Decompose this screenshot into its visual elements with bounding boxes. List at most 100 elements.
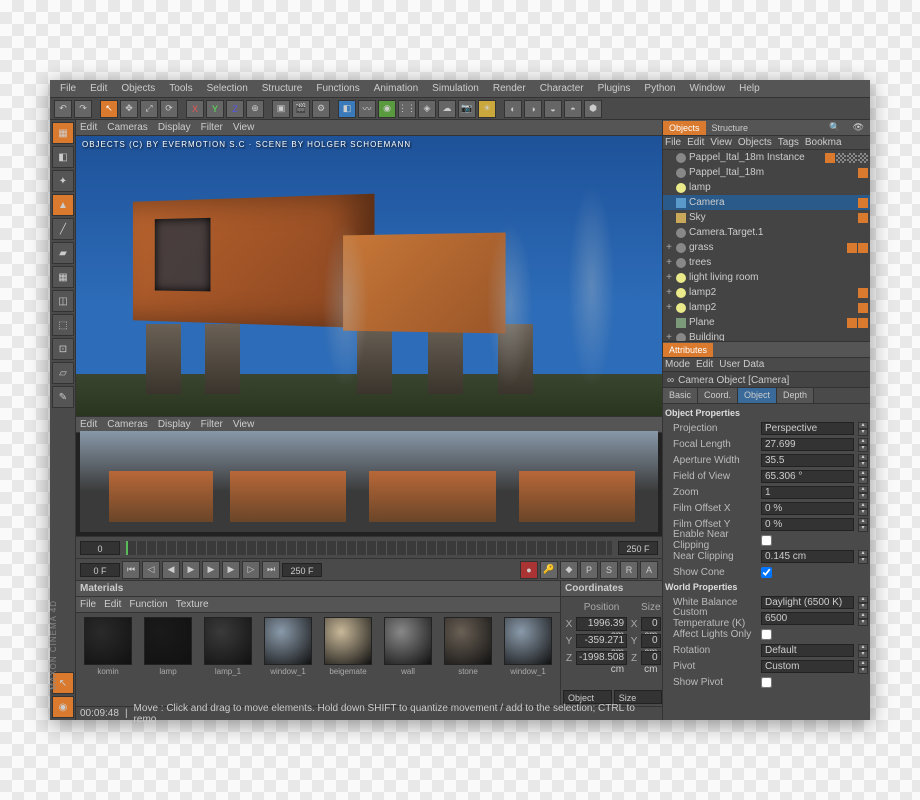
vp2menu-edit[interactable]: Edit: [80, 419, 97, 430]
objects-tab[interactable]: Objects: [663, 121, 706, 135]
tool-9[interactable]: ◒: [544, 100, 562, 118]
y-axis-toggle[interactable]: Y: [206, 100, 224, 118]
keyframe-sel-button[interactable]: ◆: [560, 561, 578, 579]
autokey-button[interactable]: 🔑: [540, 561, 558, 579]
menu-edit[interactable]: Edit: [84, 81, 113, 96]
nurbs-tool[interactable]: ◉: [378, 100, 396, 118]
expand-icon[interactable]: +: [665, 302, 673, 313]
search-icon[interactable]: 🔍: [823, 120, 846, 135]
array-tool[interactable]: ⋮⋮: [398, 100, 416, 118]
tag-icon[interactable]: [847, 153, 857, 163]
material-item[interactable]: stone: [440, 617, 496, 702]
menu-character[interactable]: Character: [534, 81, 590, 96]
redo-button[interactable]: ↷: [74, 100, 92, 118]
tag-icon[interactable]: [858, 213, 868, 223]
tree-row[interactable]: +trees: [663, 255, 870, 270]
vpmenu-filter[interactable]: Filter: [201, 122, 223, 133]
prev-frame-button[interactable]: ◀: [162, 561, 180, 579]
structure-tab[interactable]: Structure: [706, 121, 755, 135]
rotate-tool[interactable]: ⟳: [160, 100, 178, 118]
menu-selection[interactable]: Selection: [201, 81, 254, 96]
snap-settings[interactable]: ⊡: [52, 338, 74, 360]
tree-row[interactable]: Camera: [663, 195, 870, 210]
menu-plugins[interactable]: Plugins: [592, 81, 637, 96]
attr-value[interactable]: Custom: [761, 660, 854, 673]
objmenu-file[interactable]: File: [665, 137, 681, 148]
menu-render[interactable]: Render: [487, 81, 532, 96]
attrmenu-user data[interactable]: User Data: [719, 359, 764, 370]
tag-icon[interactable]: [858, 153, 868, 163]
tag-icon[interactable]: [847, 318, 857, 328]
tag-icon[interactable]: [858, 243, 868, 253]
expand-icon[interactable]: +: [665, 257, 673, 268]
attr-value[interactable]: 35.5: [761, 454, 854, 467]
attrmenu-edit[interactable]: Edit: [696, 359, 713, 370]
attr-tab-depth[interactable]: Depth: [777, 388, 814, 403]
coord-z-size[interactable]: 0 cm: [641, 651, 660, 665]
light-tool[interactable]: ☀: [478, 100, 496, 118]
menu-simulation[interactable]: Simulation: [426, 81, 485, 96]
object-tree[interactable]: Pappel_Ital_18m InstancePappel_Ital_18ml…: [663, 150, 870, 342]
tree-row[interactable]: Pappel_Ital_18m: [663, 165, 870, 180]
axis-mode[interactable]: ✦: [52, 170, 74, 192]
attr-checkbox[interactable]: [761, 567, 772, 578]
environment-tool[interactable]: ☁: [438, 100, 456, 118]
material-item[interactable]: komin: [80, 617, 136, 702]
attr-checkbox[interactable]: [761, 677, 772, 688]
active-tool-icon-2[interactable]: ◉: [52, 696, 74, 718]
expand-icon[interactable]: +: [665, 287, 673, 298]
world-axis-toggle[interactable]: ⊕: [246, 100, 264, 118]
tree-row[interactable]: Plane: [663, 315, 870, 330]
objmenu-view[interactable]: View: [710, 137, 732, 148]
render-settings-button[interactable]: ⚙: [312, 100, 330, 118]
move-tool[interactable]: ✥: [120, 100, 138, 118]
vpmenu-display[interactable]: Display: [158, 122, 191, 133]
spline-tool[interactable]: 〰: [358, 100, 376, 118]
tag-icon[interactable]: [858, 288, 868, 298]
attr-value[interactable]: Daylight (6500 K): [761, 596, 854, 609]
attr-tab-coord.[interactable]: Coord.: [698, 388, 738, 403]
matmenu-file[interactable]: File: [80, 599, 96, 610]
menu-python[interactable]: Python: [638, 81, 681, 96]
attr-checkbox[interactable]: [761, 629, 772, 640]
menu-objects[interactable]: Objects: [115, 81, 161, 96]
coord-y-pos[interactable]: -359.271 cm: [576, 634, 627, 648]
tool-7[interactable]: ◐: [504, 100, 522, 118]
tree-row[interactable]: +grass: [663, 240, 870, 255]
tree-row[interactable]: lamp: [663, 180, 870, 195]
tag-icon[interactable]: [847, 243, 857, 253]
uv-mode[interactable]: ◫: [52, 290, 74, 312]
material-item[interactable]: window_1: [260, 617, 316, 702]
z-axis-toggle[interactable]: Z: [226, 100, 244, 118]
vpmenu-view[interactable]: View: [233, 122, 255, 133]
tool-10[interactable]: ◓: [564, 100, 582, 118]
attr-value[interactable]: 27.699: [761, 438, 854, 451]
tag-icon[interactable]: [858, 318, 868, 328]
edge-mode[interactable]: ╱: [52, 218, 74, 240]
expand-icon[interactable]: +: [665, 242, 673, 253]
prev-key-button[interactable]: ◁: [142, 561, 160, 579]
tree-row[interactable]: Pappel_Ital_18m Instance: [663, 150, 870, 165]
vpmenu-cameras[interactable]: Cameras: [107, 122, 148, 133]
menu-window[interactable]: Window: [684, 81, 732, 96]
vpmenu-edit[interactable]: Edit: [80, 122, 97, 133]
eye-icon[interactable]: 👁: [847, 120, 870, 135]
spinner-icon[interactable]: ▴▾: [858, 660, 868, 673]
menu-file[interactable]: File: [54, 81, 82, 96]
scale-tool[interactable]: ⤢: [140, 100, 158, 118]
workplane[interactable]: ▱: [52, 362, 74, 384]
deformer-tool[interactable]: ◈: [418, 100, 436, 118]
timeline-start[interactable]: 0: [80, 541, 120, 555]
tree-row[interactable]: Camera.Target.1: [663, 225, 870, 240]
menu-help[interactable]: Help: [733, 81, 766, 96]
next-key-button[interactable]: ▷: [242, 561, 260, 579]
matmenu-texture[interactable]: Texture: [176, 599, 209, 610]
cube-primitive[interactable]: ◧: [338, 100, 356, 118]
menu-animation[interactable]: Animation: [368, 81, 424, 96]
spinner-icon[interactable]: ▴▾: [858, 596, 868, 609]
attr-tab-basic[interactable]: Basic: [663, 388, 698, 403]
attr-value[interactable]: Default: [761, 644, 854, 657]
vp2menu-filter[interactable]: Filter: [201, 419, 223, 430]
goto-end-button[interactable]: ⏭: [262, 561, 280, 579]
render-view-button[interactable]: ▣: [272, 100, 290, 118]
